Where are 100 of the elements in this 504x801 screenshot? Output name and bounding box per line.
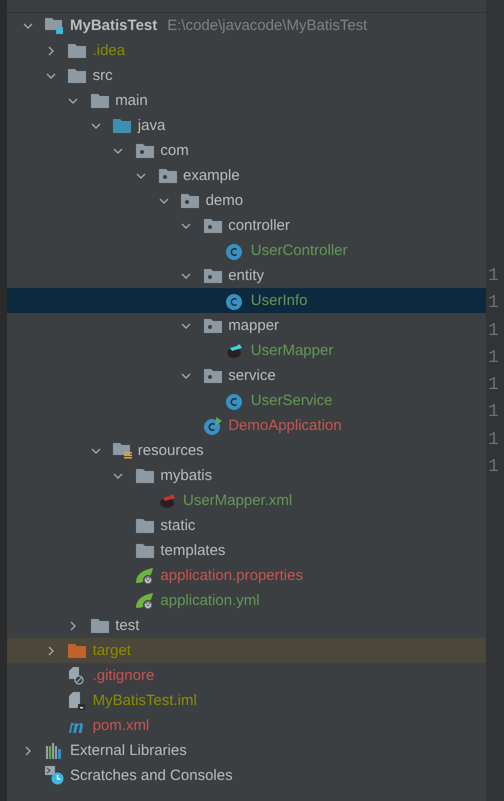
- project-path: E:\code\javacode\MyBatisTest: [167, 17, 368, 34]
- chevron-down-icon[interactable]: [68, 96, 78, 106]
- item-label: templates: [159, 542, 226, 559]
- tree-row[interactable]: UserController: [7, 238, 486, 263]
- chevron-right-icon[interactable]: [23, 746, 33, 756]
- chevron-down-icon[interactable]: [90, 446, 101, 456]
- folder-icon: [90, 93, 109, 108]
- tree-row[interactable]: com: [7, 138, 486, 163]
- item-label: static: [159, 517, 196, 534]
- item-label: UserService: [250, 392, 334, 409]
- tree-row[interactable]: .idea: [7, 38, 486, 63]
- item-label: java: [136, 117, 166, 134]
- tree-row[interactable]: UserMapper: [7, 338, 486, 363]
- item-label: .gitignore: [92, 667, 156, 684]
- chevron-down-icon[interactable]: [181, 370, 192, 380]
- line-number: 1: [487, 428, 500, 452]
- scratches-icon: [45, 766, 64, 785]
- folder-icon: [68, 643, 86, 658]
- tree-row[interactable]: static: [7, 513, 486, 538]
- item-label: Scratches and Consoles: [69, 767, 234, 784]
- tree-row[interactable]: demo: [7, 188, 486, 213]
- line-number: 1: [487, 292, 500, 316]
- chevron-down-icon[interactable]: [181, 320, 192, 330]
- chevron-down-icon[interactable]: [46, 70, 56, 80]
- item-label: main: [114, 92, 149, 109]
- class-run-icon: [204, 416, 222, 434]
- line-number: 1: [487, 320, 500, 343]
- tree-row[interactable]: UserService: [7, 388, 486, 413]
- tree-row[interactable]: main: [7, 88, 486, 113]
- item-label: MyBatisTest: [69, 17, 158, 34]
- chevron-down-icon[interactable]: [181, 220, 192, 230]
- item-label: target: [92, 642, 132, 659]
- class-icon: [226, 292, 244, 310]
- bird-icon: [158, 492, 176, 509]
- chevron-down-icon[interactable]: [136, 170, 146, 180]
- module-file-icon: [69, 692, 86, 710]
- item-label: demo: [204, 192, 244, 209]
- item-label: .idea: [92, 42, 126, 59]
- tree-row[interactable]: service: [7, 363, 486, 388]
- chevron-down-icon[interactable]: [113, 470, 124, 480]
- line-number: 1: [487, 401, 500, 424]
- tree-row[interactable]: UserMapper.xml: [7, 488, 486, 513]
- chevron-right-icon[interactable]: [46, 46, 56, 56]
- line-number: 1: [487, 265, 500, 288]
- package-icon: [181, 193, 200, 208]
- chevron-right-icon[interactable]: [46, 646, 56, 656]
- folder-icon: [68, 68, 86, 83]
- line-number: 1: [487, 456, 500, 480]
- tree-row[interactable]: External Libraries: [7, 738, 486, 763]
- class-icon: [226, 392, 244, 410]
- item-label: UserMapper: [250, 342, 334, 359]
- chevron-down-icon[interactable]: [23, 20, 33, 30]
- module-folder-icon: [45, 17, 64, 34]
- folder-icon: [113, 118, 132, 133]
- tree-row[interactable]: controller: [7, 213, 486, 238]
- item-label: src: [92, 67, 114, 84]
- class-icon: [226, 242, 244, 260]
- chevron-down-icon[interactable]: [181, 270, 192, 280]
- folder-icon: [136, 543, 154, 558]
- tree-row[interactable]: application.yml: [7, 588, 486, 613]
- tree-row[interactable]: MyBatisTest E:\code\javacode\MyBatisTest: [7, 13, 486, 38]
- tree-row[interactable]: mapper: [7, 313, 486, 338]
- item-label: com: [159, 142, 190, 159]
- item-label: resources: [136, 442, 205, 459]
- chevron-down-icon[interactable]: [90, 120, 101, 130]
- libraries-icon: [46, 742, 64, 758]
- package-icon: [204, 268, 222, 283]
- tree-row[interactable]: Scratches and Consoles: [7, 763, 486, 788]
- item-label: application.yml: [159, 592, 261, 609]
- package-icon: [204, 318, 222, 333]
- item-label: example: [182, 167, 241, 184]
- item-label: mybatis: [159, 467, 214, 484]
- item-label: DemoApplication: [227, 417, 343, 434]
- chevron-down-icon[interactable]: [158, 196, 169, 206]
- tree-row[interactable]: resources: [7, 438, 486, 463]
- tree-row[interactable]: mybatis: [7, 463, 486, 488]
- tree-row[interactable]: java: [7, 113, 486, 138]
- selected-tree-row[interactable]: UserInfo: [7, 288, 486, 313]
- package-icon: [204, 218, 222, 233]
- item-label: MyBatisTest.iml: [92, 692, 198, 709]
- spring-leaf-icon: [135, 592, 154, 610]
- folder-icon: [136, 468, 154, 483]
- spring-leaf-icon: [135, 566, 154, 584]
- item-label: entity: [227, 267, 266, 284]
- item-label: UserMapper.xml: [182, 492, 294, 509]
- chevron-right-icon[interactable]: [68, 620, 78, 630]
- tree-row[interactable]: templates: [7, 538, 486, 563]
- line-number: 1: [487, 374, 500, 398]
- tree-row[interactable]: MyBatisTest.iml: [7, 688, 486, 713]
- tree-row[interactable]: test: [7, 613, 486, 638]
- folder-icon: [90, 618, 109, 633]
- tree-row[interactable]: entity: [7, 263, 486, 288]
- chevron-down-icon[interactable]: [113, 146, 124, 156]
- item-label: UserInfo: [250, 292, 308, 309]
- item-label: controller: [227, 217, 291, 234]
- folder-icon: [136, 518, 154, 533]
- tree-row[interactable]: src: [7, 63, 486, 88]
- tree-row[interactable]: example: [7, 163, 486, 188]
- package-icon: [158, 168, 176, 183]
- item-label: External Libraries: [69, 742, 188, 759]
